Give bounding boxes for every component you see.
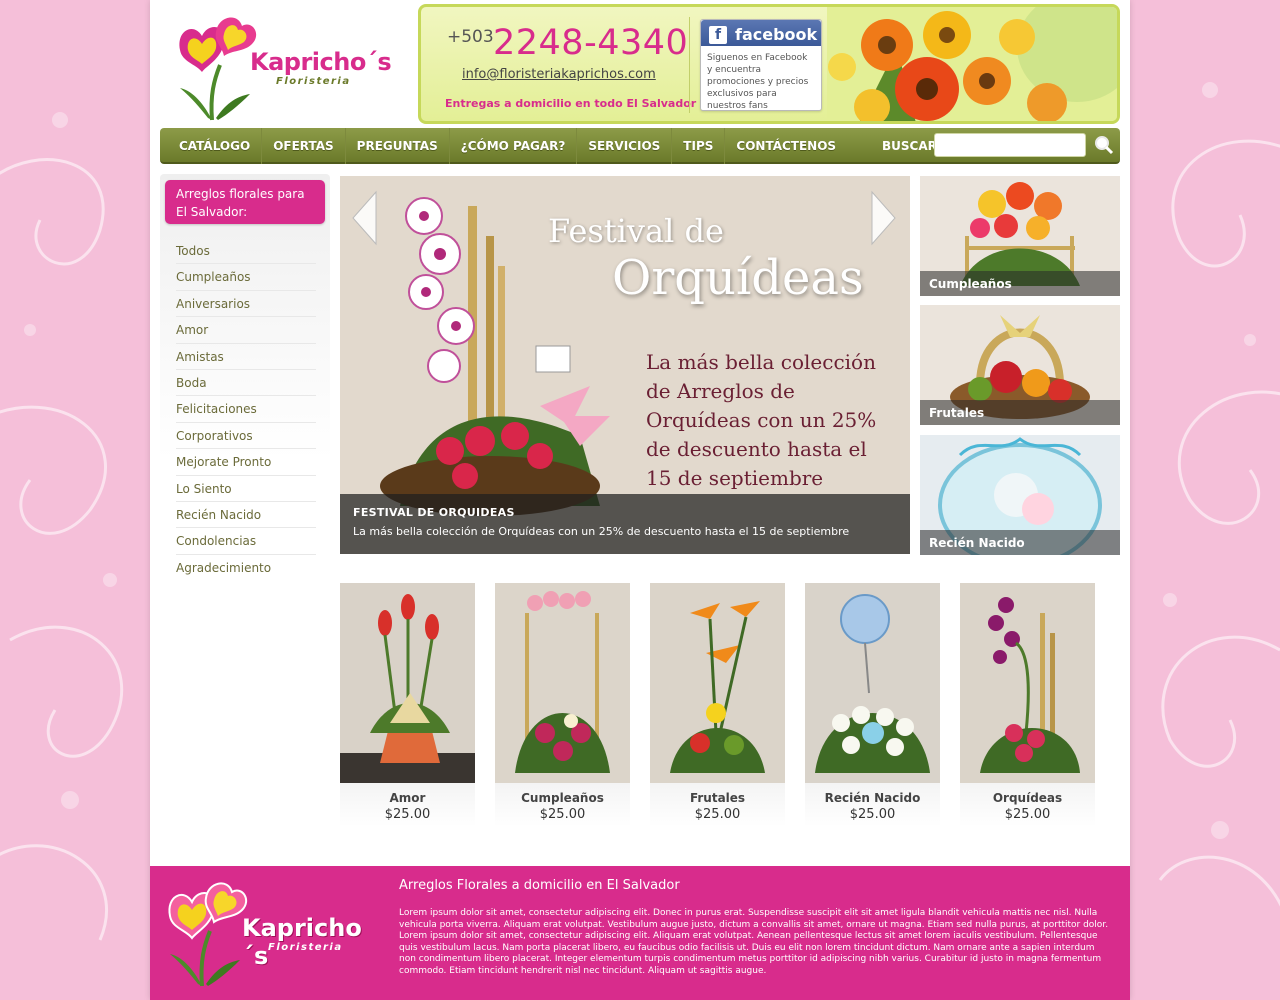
phone-number: 2248-4340 — [493, 23, 689, 63]
brand-subtitle: Floristeria — [276, 76, 351, 87]
product-name: Cumpleaños — [521, 791, 604, 805]
nav-item-ofertas[interactable]: OFERTAS — [262, 128, 346, 164]
logo-flower-icon — [179, 17, 257, 121]
facebook-text: Siguenos en Facebook y encuentra promoci… — [707, 53, 809, 111]
nav-item-como-pagar[interactable]: ¿CÓMO PAGAR? — [450, 128, 578, 164]
header-flowers-image — [827, 7, 1117, 121]
nav-item-preguntas[interactable]: PREGUNTAS — [346, 128, 450, 164]
slider-next-arrow-icon[interactable] — [870, 190, 898, 246]
nav-item-contactenos[interactable]: CONTÁCTENOS — [725, 128, 847, 164]
search-label: BUSCAR — [882, 139, 937, 153]
footer-logo-flower-icon — [168, 882, 248, 987]
slide-title-line2: Orquídeas — [612, 250, 864, 306]
product-price: $25.00 — [849, 807, 896, 822]
sidebar-item-amistas[interactable]: Amistas — [176, 344, 316, 370]
sidebar-item-corporativos[interactable]: Corporativos — [176, 423, 316, 450]
caption-text: La más bella colección de Orquídeas con … — [353, 525, 850, 538]
category-label: Cumpleaños — [920, 271, 1120, 296]
promo-slider[interactable]: Festival de Orquídeas La más bella colec… — [340, 176, 910, 554]
sidebar-item-recien-nacido[interactable]: Recién Nacido — [176, 502, 316, 529]
search-icon[interactable] — [1094, 135, 1114, 155]
footer-title: Arreglos Florales a domicilio en El Salv… — [399, 878, 680, 893]
sidebar-heading: Arreglos florales para El Salvador: — [165, 180, 325, 224]
main-navbar: CATÁLOGO OFERTAS PREGUNTAS ¿CÓMO PAGAR? … — [160, 128, 1120, 164]
category-label: Frutales — [920, 400, 1120, 425]
product-image — [340, 583, 475, 783]
product-card-frutales[interactable]: Frutales $25.00 — [650, 583, 785, 827]
caption-title: FESTIVAL DE ORQUIDEAS — [353, 506, 515, 519]
email-link[interactable]: info@floristeriakaprichos.com — [462, 67, 656, 82]
sidebar-item-lo-siento[interactable]: Lo Siento — [176, 476, 316, 502]
sidebar-item-agradecimiento[interactable]: Agradecimiento — [176, 555, 316, 581]
footer-brand-subtitle: Floristeria — [268, 942, 343, 953]
phone-prefix: +503 — [447, 27, 494, 47]
sidebar-item-todos[interactable]: Todos — [176, 238, 316, 265]
slide-title-line1: Festival de — [548, 212, 724, 250]
product-price: $25.00 — [1004, 807, 1051, 822]
site-footer: Kapricho´s Floristeria Arreglos Florales… — [150, 866, 1130, 1000]
amor-arrangement-image — [340, 583, 475, 783]
product-name: Frutales — [689, 791, 746, 805]
contact-box: +503 2248-4340 info@floristeriakaprichos… — [418, 4, 1120, 124]
recien-nacido-arrangement-image — [805, 583, 940, 783]
product-info: Orquídeas $25.00 — [960, 783, 1095, 827]
facebook-header: f facebook — [701, 20, 821, 46]
sidebar-item-mejorate-pronto[interactable]: Mejorate Pronto — [176, 449, 316, 476]
product-price: $25.00 — [694, 807, 741, 822]
nav-items: CATÁLOGO OFERTAS PREGUNTAS ¿CÓMO PAGAR? … — [168, 128, 847, 164]
product-info: Amor $25.00 — [340, 783, 475, 827]
product-image — [650, 583, 785, 783]
background-swirl-right — [1130, 0, 1280, 1000]
cumpleanos-arrangement-image — [495, 583, 630, 783]
sidebar-item-condolencias[interactable]: Condolencias — [176, 528, 316, 555]
facebook-icon: f — [709, 25, 727, 44]
contact-divider — [689, 17, 690, 113]
nav-item-servicios[interactable]: SERVICIOS — [577, 128, 673, 164]
sidebar-list: Todos Cumpleaños Aniversarios Amor Amist… — [176, 238, 316, 581]
background-swirl-left — [0, 0, 150, 1000]
category-label: Recién Nacido — [920, 530, 1120, 555]
product-card-amor[interactable]: Amor $25.00 — [340, 583, 475, 827]
product-card-recien-nacido[interactable]: Recién Nacido $25.00 — [805, 583, 940, 827]
category-sidebar: Arreglos florales para El Salvador: Todo… — [160, 174, 330, 582]
slide-body-text: La más bella colección de Arreglos de Or… — [646, 350, 877, 490]
product-info: Frutales $25.00 — [650, 783, 785, 827]
sidebar-item-cumpleanos[interactable]: Cumpleaños — [176, 264, 316, 291]
sidebar-item-aniversarios[interactable]: Aniversarios — [176, 291, 316, 318]
category-thumb-frutales[interactable]: Frutales — [920, 305, 1120, 425]
search-input[interactable] — [934, 133, 1086, 157]
orquideas-arrangement-image — [960, 583, 1095, 783]
page-container: Kapricho´s Floristeria +503 2248-4340 in… — [150, 0, 1130, 1000]
product-info: Recién Nacido $25.00 — [805, 783, 940, 827]
product-name: Recién Nacido — [824, 791, 921, 805]
product-card-orquideas[interactable]: Orquídeas $25.00 — [960, 583, 1095, 827]
footer-logo[interactable]: Kapricho´s Floristeria — [162, 876, 382, 988]
site-logo[interactable]: Kapricho´s Floristeria — [172, 10, 392, 122]
sidebar-item-amor[interactable]: Amor — [176, 317, 316, 344]
facebook-widget[interactable]: f facebook Siguenos en Facebook y encuen… — [700, 19, 822, 111]
product-price: $25.00 — [539, 807, 586, 822]
product-image — [960, 583, 1095, 783]
product-info: Cumpleaños $25.00 — [495, 783, 630, 827]
product-price: $25.00 — [384, 807, 431, 822]
brand-name: Kapricho´s — [250, 48, 392, 76]
slider-prev-arrow-icon[interactable] — [350, 190, 378, 246]
category-thumb-cumpleanos[interactable]: Cumpleaños — [920, 176, 1120, 296]
sidebar-item-boda[interactable]: Boda — [176, 370, 316, 397]
nav-item-tips[interactable]: TIPS — [672, 128, 726, 164]
facebook-label: facebook — [735, 25, 818, 44]
delivery-note: Entregas a domicilio en todo El Salvador — [445, 97, 697, 110]
product-name: Orquídeas — [992, 791, 1063, 805]
frutales-arrangement-image — [650, 583, 785, 783]
footer-text: Lorem ipsum dolor sit amet, consectetur … — [399, 908, 1109, 976]
product-name: Amor — [389, 791, 426, 805]
product-card-cumpleanos[interactable]: Cumpleaños $25.00 — [495, 583, 630, 827]
product-image — [805, 583, 940, 783]
category-thumb-recien-nacido[interactable]: Recién Nacido — [920, 435, 1120, 555]
nav-item-catalogo[interactable]: CATÁLOGO — [168, 128, 263, 164]
product-image — [495, 583, 630, 783]
sidebar-item-felicitaciones[interactable]: Felicitaciones — [176, 396, 316, 423]
slide-caption: FESTIVAL DE ORQUIDEAS La más bella colec… — [340, 494, 910, 554]
